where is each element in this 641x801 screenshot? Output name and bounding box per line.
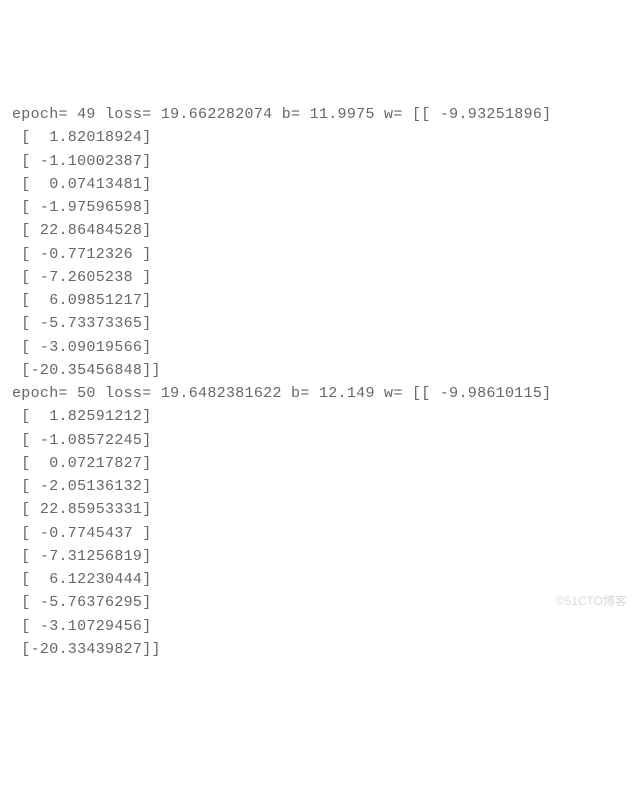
output-text: epoch= 49 loss= 19.662282074 b= 11.9975 …: [12, 106, 551, 658]
watermark: ©51CTO博客: [556, 592, 627, 611]
console-output: epoch= 49 loss= 19.662282074 b= 11.9975 …: [12, 103, 629, 661]
